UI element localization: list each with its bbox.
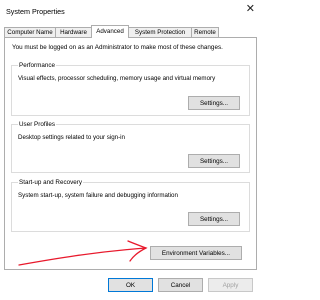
- tab-hardware[interactable]: Hardware: [55, 27, 92, 37]
- red-annotation-arrow: [18, 240, 148, 266]
- admin-note: You must be logged on as an Administrato…: [12, 44, 223, 51]
- tab-advanced[interactable]: Advanced: [91, 25, 129, 38]
- environment-variables-button[interactable]: Environment Variables...: [150, 246, 242, 260]
- startup-recovery-group: Start-up and Recovery System start-up, s…: [11, 179, 250, 232]
- tab-system-protection[interactable]: System Protection: [128, 27, 192, 37]
- ok-button[interactable]: OK: [108, 278, 153, 292]
- user-profiles-description: Desktop settings related to your sign-in: [18, 134, 125, 141]
- startup-recovery-description: System start-up, system failure and debu…: [18, 192, 178, 199]
- title-bar: System Properties ✕: [0, 0, 261, 22]
- user-profiles-label: User Profiles: [18, 121, 57, 128]
- performance-settings-button[interactable]: Settings...: [188, 96, 240, 110]
- performance-description: Visual effects, processor scheduling, me…: [18, 75, 216, 82]
- window-title: System Properties: [6, 7, 65, 16]
- startup-recovery-settings-button[interactable]: Settings...: [188, 212, 240, 226]
- close-icon[interactable]: ✕: [246, 4, 255, 15]
- apply-button[interactable]: Apply: [208, 278, 253, 292]
- performance-group: Performance Visual effects, processor sc…: [11, 62, 250, 116]
- performance-label: Performance: [18, 62, 57, 69]
- tab-computer-name[interactable]: Computer Name: [4, 27, 56, 37]
- cancel-button[interactable]: Cancel: [158, 278, 203, 292]
- startup-recovery-label: Start-up and Recovery: [18, 179, 83, 186]
- user-profiles-settings-button[interactable]: Settings...: [188, 154, 240, 168]
- tab-remote[interactable]: Remote: [191, 27, 219, 37]
- user-profiles-group: User Profiles Desktop settings related t…: [11, 121, 250, 173]
